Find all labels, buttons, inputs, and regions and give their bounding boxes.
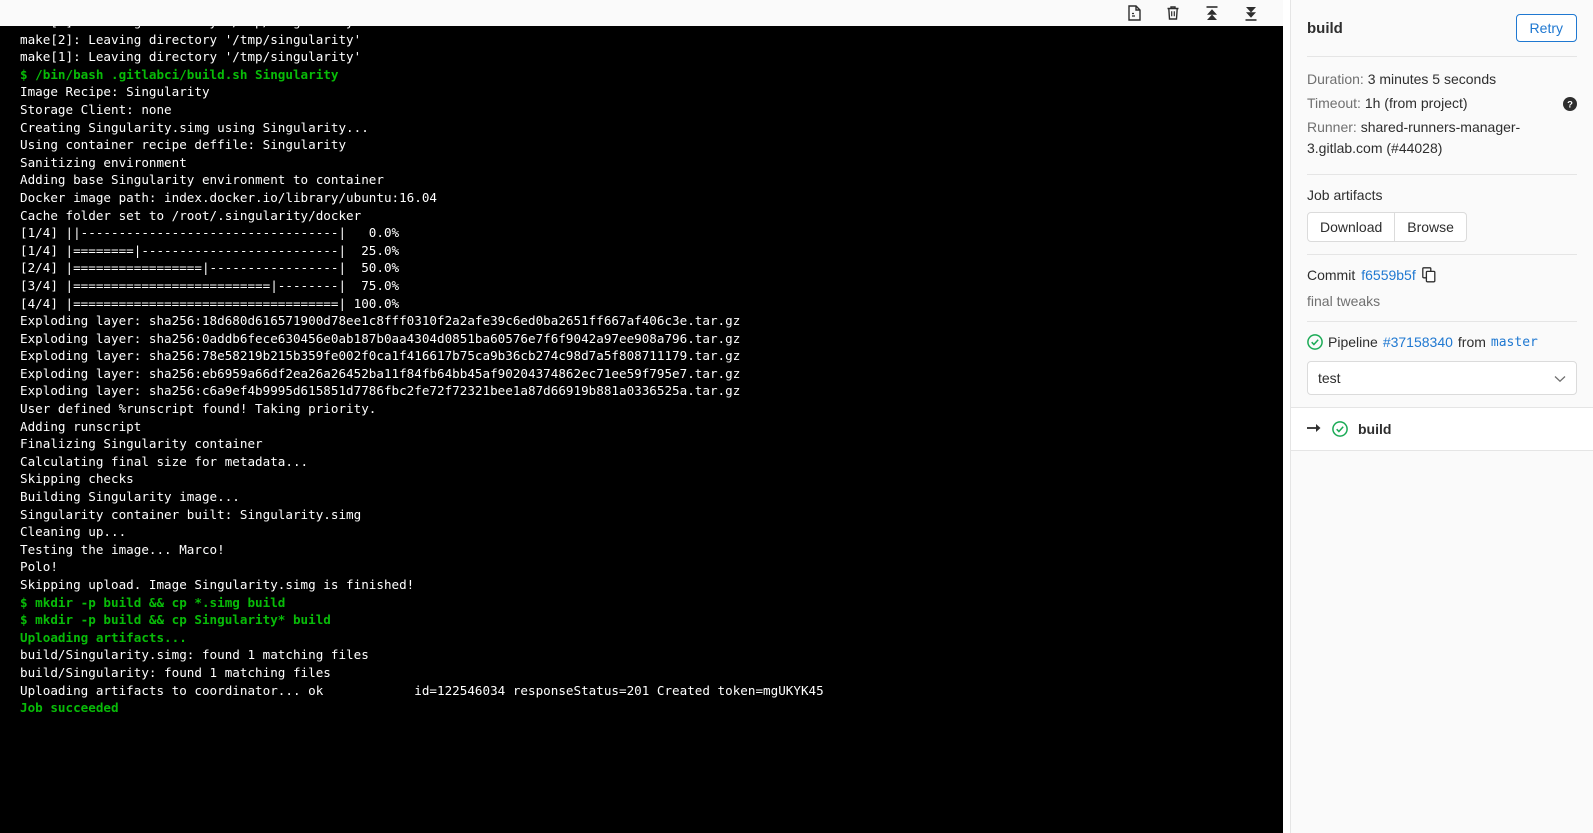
- terminal-line: Singularity container built: Singularity…: [20, 506, 362, 522]
- chevron-down-icon: [1554, 370, 1566, 386]
- terminal-line: Calculating final size for metadata...: [20, 453, 309, 469]
- runner-label: Runner:: [1307, 119, 1357, 135]
- duration-label: Duration:: [1307, 71, 1364, 87]
- terminal-line: Storage Client: none: [20, 101, 172, 117]
- terminal-line: [1/4] ||--------------------------------…: [20, 225, 400, 241]
- trash-icon[interactable]: [1165, 5, 1181, 21]
- pipeline-from-label: from: [1457, 334, 1486, 351]
- svg-text:?: ?: [1567, 100, 1573, 111]
- terminal-line: Image Recipe: Singularity: [20, 84, 210, 100]
- copy-icon[interactable]: [1421, 267, 1436, 283]
- timeout-label: Timeout:: [1307, 95, 1361, 111]
- help-question-icon[interactable]: ?: [1563, 96, 1577, 111]
- log-toolbar: [0, 0, 1283, 26]
- terminal-line: make[1]: Leaving directory '/tmp/singula…: [20, 49, 362, 65]
- raw-file-icon[interactable]: [1126, 5, 1142, 21]
- pane-gutter: [1283, 0, 1290, 833]
- retry-button[interactable]: Retry: [1515, 13, 1577, 43]
- terminal-line: Sanitizing environment: [20, 154, 187, 170]
- pipeline-id-link[interactable]: #37158340: [1383, 334, 1453, 350]
- terminal-line: [3/4] |==========================|------…: [20, 277, 400, 293]
- terminal-line: make[2]: Leaving directory '/tmp/singula…: [20, 31, 362, 47]
- timeout-value: 1h (from project): [1364, 95, 1468, 111]
- terminal-line: build/Singularity: found 1 matching file…: [20, 664, 331, 680]
- job-title: build: [1307, 19, 1343, 37]
- pipeline-ref-link[interactable]: master: [1491, 335, 1538, 350]
- terminal-line: $ mkdir -p build && cp Singularity* buil…: [20, 612, 331, 628]
- terminal-line: [2/4] |=================|---------------…: [20, 260, 400, 276]
- terminal-output[interactable]: make[3]: Leaving directory '/tmp/singula…: [0, 26, 1283, 833]
- stage-dropdown[interactable]: test: [1307, 361, 1577, 396]
- commit-message: final tweaks: [1307, 293, 1381, 310]
- commit-sha-link[interactable]: f6559b5f: [1361, 267, 1416, 283]
- terminal-line: User defined %runscript found! Taking pr…: [20, 401, 377, 417]
- scroll-to-top-icon[interactable]: [1204, 5, 1220, 21]
- terminal-line: Creating Singularity.simg using Singular…: [20, 119, 369, 135]
- download-artifacts-button[interactable]: Download: [1307, 212, 1396, 243]
- job-list-item[interactable]: build: [1291, 408, 1593, 450]
- stage-job-list: build: [1291, 407, 1593, 452]
- terminal-line: Cache folder set to /root/.singularity/d…: [20, 207, 362, 223]
- duration-row: Duration: 3 minutes 5 seconds: [1307, 69, 1577, 90]
- duration-value: 3 minutes 5 seconds: [1367, 71, 1497, 87]
- scroll-to-bottom-icon[interactable]: [1243, 5, 1259, 21]
- job-list-item-label: build: [1358, 421, 1392, 438]
- stage-dropdown-value: test: [1318, 370, 1341, 387]
- terminal-line: Using container recipe deffile: Singular…: [20, 137, 347, 153]
- job-meta-block: Duration: 3 minutes 5 seconds Timeout: 1…: [1291, 57, 1593, 174]
- job-artifacts-block: Job artifacts Download Browse: [1291, 175, 1593, 254]
- terminal-line: $ mkdir -p build && cp *.simg build: [20, 594, 286, 610]
- job-status-icon: [1332, 421, 1348, 438]
- terminal-line: Adding runscript: [20, 418, 142, 434]
- terminal-line: Docker image path: index.docker.io/libra…: [20, 189, 438, 205]
- terminal-lines: make[3]: Leaving directory '/tmp/singula…: [20, 26, 1283, 717]
- commit-block: Commit f6559b5f final tweaks: [1291, 255, 1593, 321]
- terminal-line: Skipping upload. Image Singularity.simg …: [20, 577, 415, 592]
- job-log-page: make[3]: Leaving directory '/tmp/singula…: [0, 0, 1593, 833]
- artifacts-button-group: Download Browse: [1307, 212, 1577, 243]
- terminal-line: Finalizing Singularity container: [20, 436, 263, 452]
- terminal-line: Adding base Singularity environment to c…: [20, 172, 384, 188]
- sidebar-header: build Retry: [1291, 0, 1593, 56]
- commit-row: Commit f6559b5f: [1307, 267, 1577, 283]
- terminal-line: build/Singularity.simg: found 1 matching…: [20, 647, 369, 663]
- terminal-line: [1/4] |========|------------------------…: [20, 242, 400, 258]
- pipeline-row: Pipeline #37158340 from master: [1307, 334, 1577, 350]
- terminal-line: Building Singularity image...: [20, 489, 240, 505]
- terminal-line: Polo!: [20, 559, 58, 575]
- runner-row: Runner: shared-runners-manager-3.gitlab.…: [1307, 117, 1577, 159]
- terminal-line: $ /bin/bash .gitlabci/build.sh Singulari…: [20, 66, 339, 82]
- arrow-right-icon: [1307, 422, 1322, 436]
- terminal-line: Skipping checks: [20, 471, 134, 487]
- terminal-line: Exploding layer: sha256:78e58219b215b359…: [20, 348, 741, 364]
- terminal-line: Exploding layer: sha256:0addb6fece630456…: [20, 330, 741, 346]
- terminal-line: Uploading artifacts...: [20, 629, 187, 645]
- pipeline-label: Pipeline: [1328, 334, 1378, 351]
- timeout-row: Timeout: 1h (from project) ?: [1307, 93, 1577, 114]
- terminal-line: Exploding layer: sha256:c6a9ef4b9995d615…: [20, 383, 741, 399]
- terminal-line: Testing the image... Marco!: [20, 541, 225, 557]
- terminal-line: Exploding layer: sha256:18d680d616571900…: [20, 313, 741, 329]
- terminal-line: Job succeeded: [20, 700, 119, 716]
- pipeline-status-icon: [1307, 334, 1323, 351]
- job-sidebar: build Retry Duration: 3 minutes 5 second…: [1290, 0, 1593, 833]
- terminal-line: Uploading artifacts to coordinator... ok…: [20, 682, 824, 698]
- terminal-line: [4/4] |=================================…: [20, 295, 400, 311]
- artifacts-title: Job artifacts: [1307, 187, 1383, 203]
- job-log-pane: make[3]: Leaving directory '/tmp/singula…: [0, 0, 1283, 833]
- pipeline-block: Pipeline #37158340 from master test: [1291, 322, 1593, 407]
- commit-label: Commit: [1307, 267, 1356, 284]
- terminal-line: Cleaning up...: [20, 524, 127, 540]
- browse-artifacts-button[interactable]: Browse: [1395, 212, 1467, 243]
- terminal-line: Exploding layer: sha256:eb6959a66df2ea26…: [20, 365, 741, 381]
